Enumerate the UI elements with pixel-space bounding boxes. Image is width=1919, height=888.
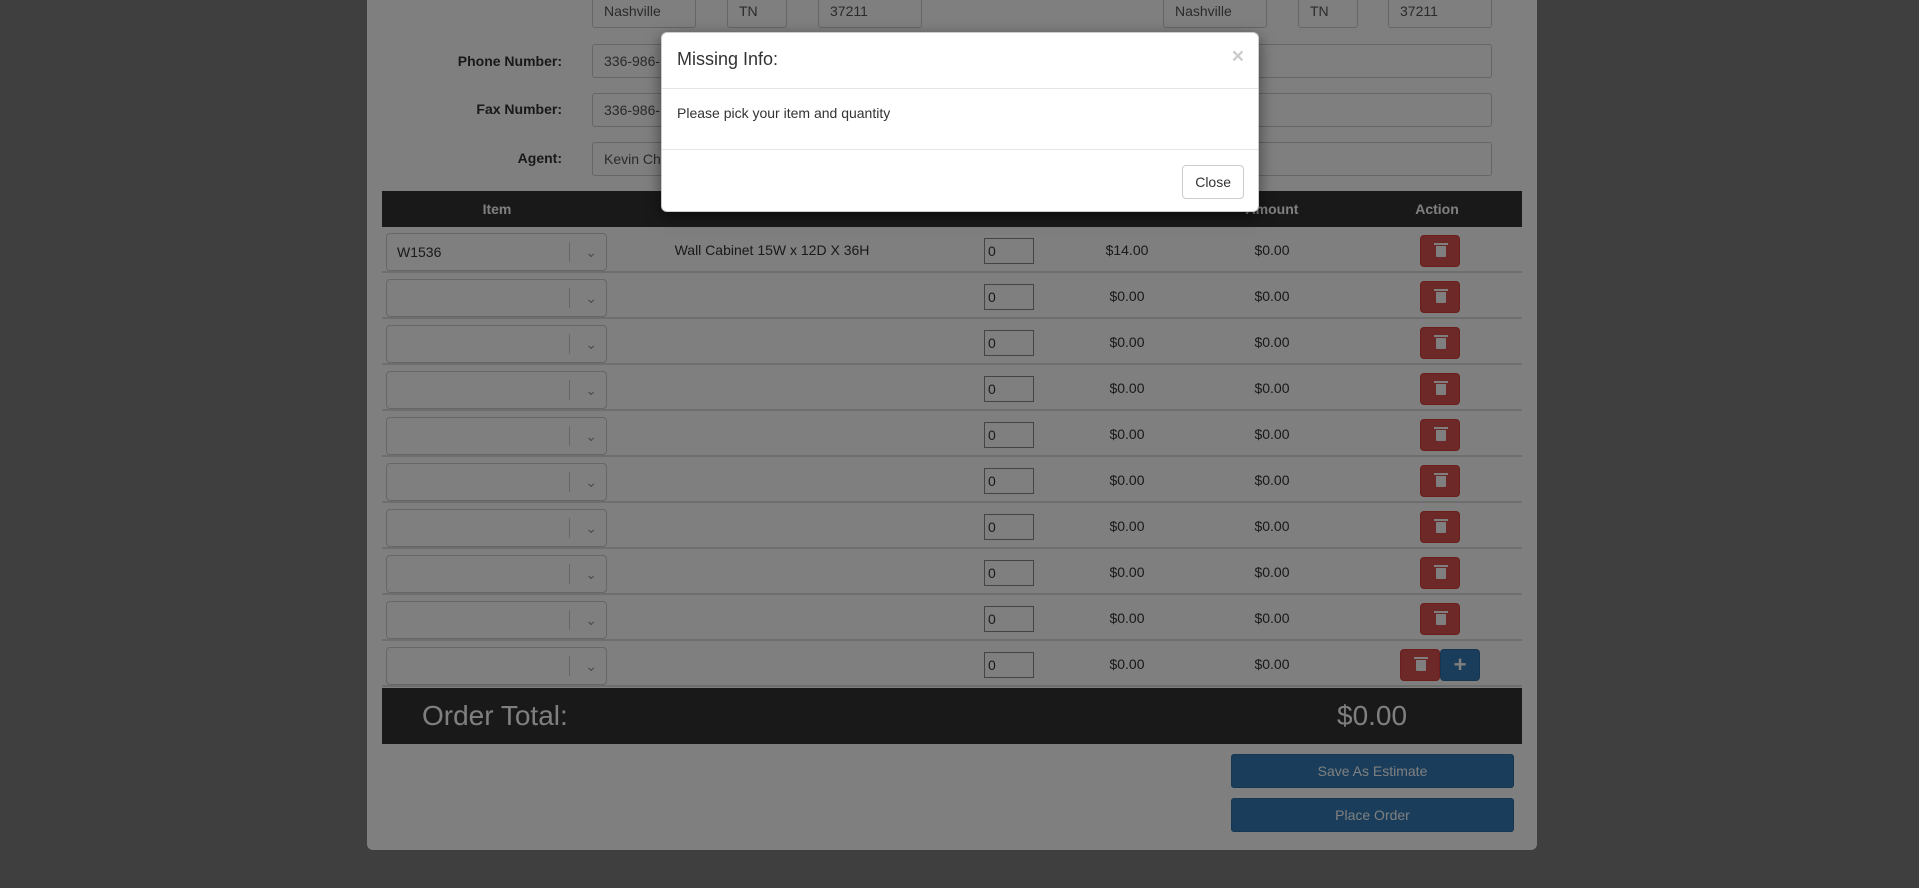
modal-message: Please pick your item and quantity: [677, 105, 891, 121]
modal-header: Missing Info: ×: [662, 33, 1258, 89]
modal-footer: Close: [662, 149, 1258, 213]
close-icon[interactable]: ×: [1232, 45, 1244, 69]
close-button[interactable]: Close: [1182, 165, 1244, 199]
missing-info-modal: Missing Info: × Please pick your item an…: [661, 32, 1259, 212]
modal-title: Missing Info:: [677, 49, 779, 69]
